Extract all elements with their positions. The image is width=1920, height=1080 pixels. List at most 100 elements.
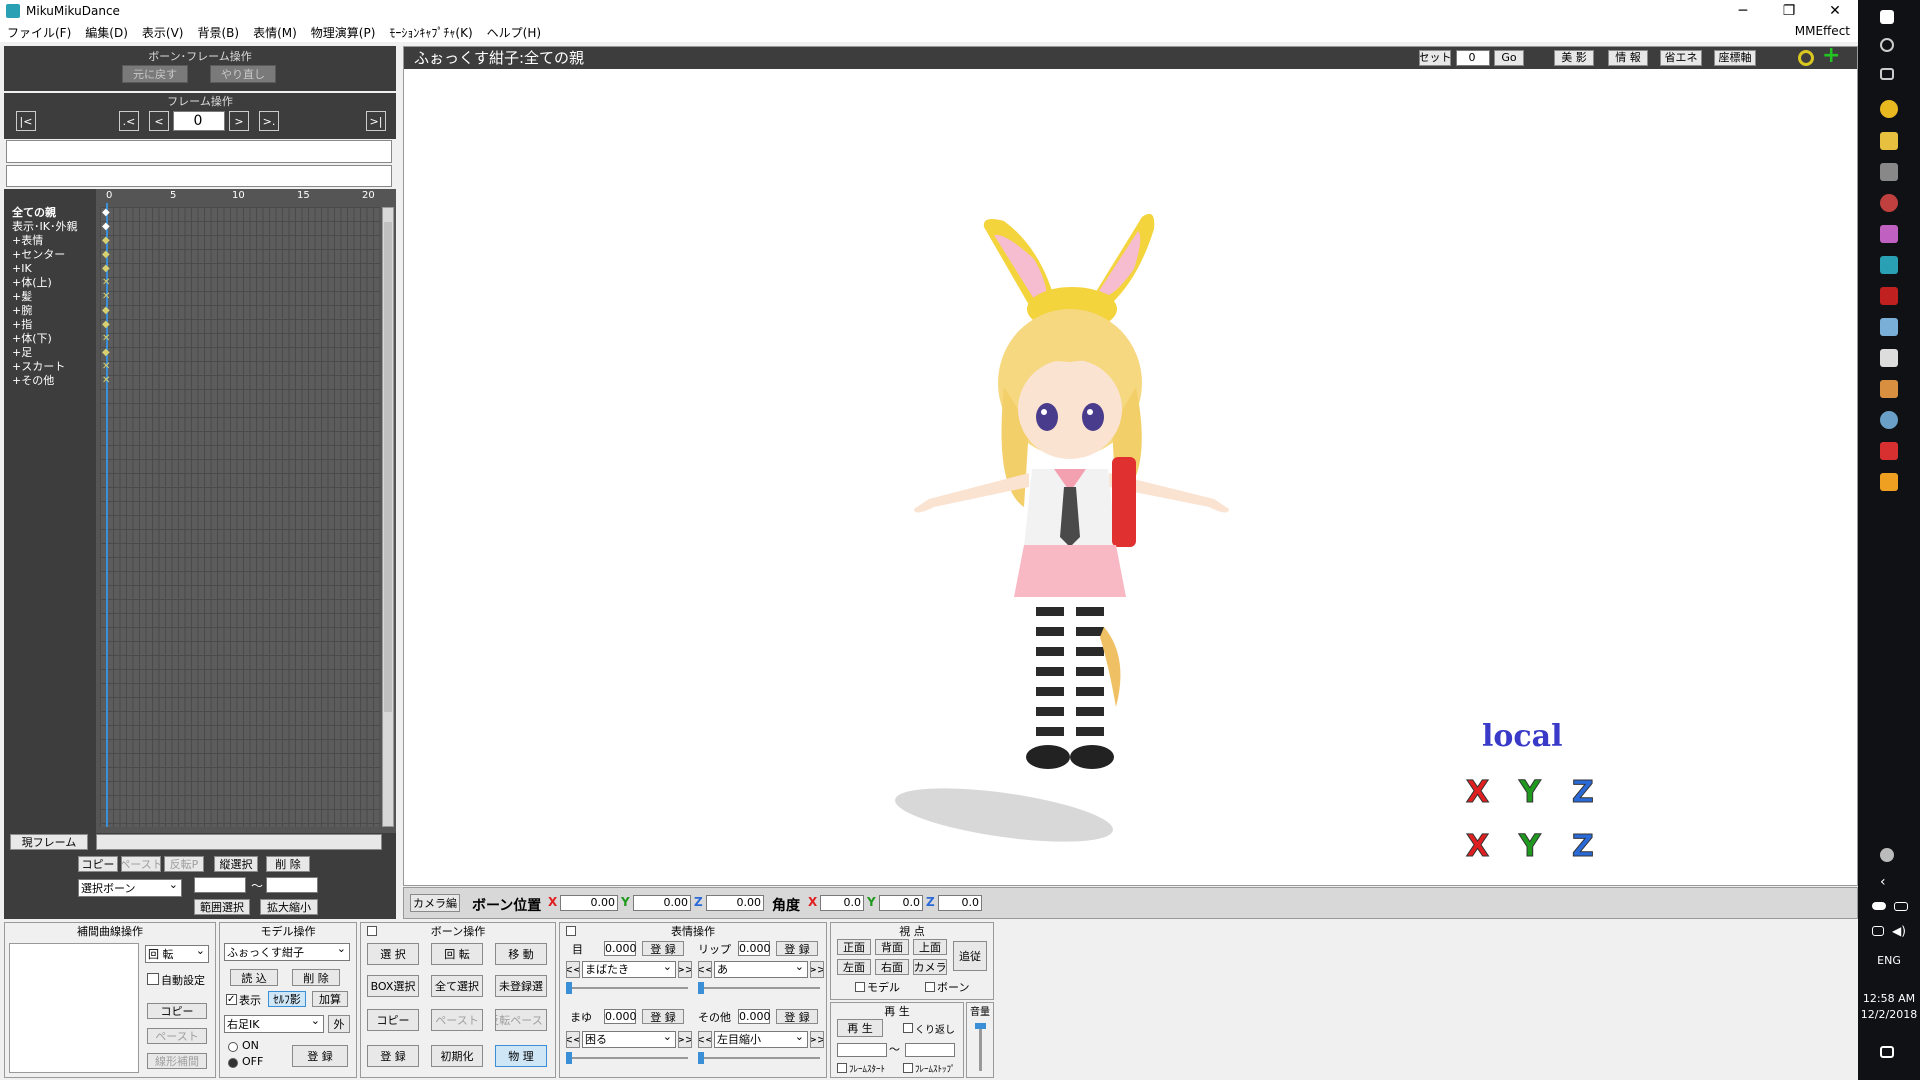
keyframe-marker[interactable]: ◆ xyxy=(102,220,110,234)
model-delete-button[interactable]: 削 除 xyxy=(292,969,340,986)
menu-file[interactable]: ファイル(F) xyxy=(0,24,78,41)
eye-next-button[interactable]: >> xyxy=(678,961,692,978)
next-key-button[interactable]: >. xyxy=(259,111,279,131)
off-radio[interactable] xyxy=(228,1058,238,1068)
people-icon[interactable] xyxy=(1880,848,1894,862)
keyframe-marker[interactable]: ✕ xyxy=(102,374,110,388)
outer-parent-bone-dropdown[interactable]: 右足IK xyxy=(224,1015,324,1033)
play-button[interactable]: 再 生 xyxy=(837,1019,883,1037)
chrome-icon[interactable] xyxy=(1880,100,1898,118)
menu-background[interactable]: 背景(B) xyxy=(190,24,246,41)
prev-frame-button[interactable]: < xyxy=(149,111,169,131)
eye-register-button[interactable]: 登 録 xyxy=(642,941,684,956)
start-icon[interactable] xyxy=(1880,10,1894,24)
model-register-button[interactable]: 登 録 xyxy=(292,1045,348,1067)
action-center-icon[interactable] xyxy=(1880,1046,1894,1058)
timeline-vscrollbar[interactable] xyxy=(382,207,394,827)
pos-y-input[interactable]: 0.00 xyxy=(633,895,691,911)
volume-slider-thumb[interactable] xyxy=(975,1023,986,1029)
maximize-button[interactable]: ❐ xyxy=(1766,0,1812,22)
follow-bone-checkbox[interactable] xyxy=(925,982,935,992)
view-top-button[interactable]: 上面 xyxy=(913,939,947,955)
rotate-x-icon[interactable]: X xyxy=(1465,775,1489,811)
track-label[interactable]: +腕 xyxy=(12,304,32,318)
range-select-button[interactable]: 範囲選択 xyxy=(194,899,250,915)
keyframe-marker[interactable]: ◆ xyxy=(102,346,110,360)
track-label[interactable]: +スカート xyxy=(12,360,65,374)
move-x-icon[interactable]: X xyxy=(1465,829,1489,865)
self-shadow-button[interactable]: ｾﾙﾌ影 xyxy=(268,991,306,1007)
range-start-input[interactable] xyxy=(194,877,246,893)
copy-frame-button[interactable]: コピー xyxy=(78,856,118,872)
axis-button[interactable]: 座標軸 xyxy=(1714,50,1756,66)
app-icon-6[interactable] xyxy=(1880,380,1898,398)
volume-slider[interactable] xyxy=(975,1023,986,1071)
other-morph-dropdown[interactable]: 左目縮小 xyxy=(714,1031,808,1048)
scale-button[interactable]: 拡大縮小 xyxy=(260,899,318,915)
set-frame-button[interactable]: セット xyxy=(1419,50,1451,66)
play-end-input[interactable] xyxy=(905,1043,955,1057)
bone-rotate-button[interactable]: 回 転 xyxy=(431,943,483,965)
lip-slider-thumb[interactable] xyxy=(698,982,704,994)
menu-motion-capture[interactable]: ﾓｰｼｮﾝｷｬﾌﾟﾁｬ(K) xyxy=(382,24,479,41)
go-button[interactable]: Go xyxy=(1494,50,1524,66)
angle-x-input[interactable]: 0.0 xyxy=(820,895,864,911)
frame-stop-checkbox[interactable] xyxy=(903,1063,913,1073)
viewport-frame-input[interactable]: 0 xyxy=(1456,50,1490,66)
track-label[interactable]: +センター xyxy=(12,248,65,262)
eco-mode-button[interactable]: 省エネ xyxy=(1660,50,1702,66)
onedrive-icon[interactable] xyxy=(1872,902,1886,910)
eye-slider-thumb[interactable] xyxy=(566,982,572,994)
track-label[interactable]: 表示･IK･外親 xyxy=(12,220,77,234)
reverse-paste-button[interactable]: 反転P xyxy=(164,856,204,872)
menu-mmeffect[interactable]: MMEffect xyxy=(1795,24,1850,38)
current-frame-button[interactable]: 現フレーム xyxy=(10,834,88,850)
track-label[interactable]: +足 xyxy=(12,346,32,360)
timeline-track-row[interactable]: +体(上) ✕ xyxy=(4,276,384,290)
timeline-track-row[interactable]: +その他 ✕ xyxy=(4,374,384,388)
rotate-y-icon[interactable]: Y xyxy=(1519,775,1542,811)
bone-copy-button[interactable]: コピー xyxy=(367,1009,419,1031)
track-label[interactable]: +髪 xyxy=(12,290,32,304)
vertical-select-button[interactable]: 縦選択 xyxy=(214,856,258,872)
on-radio[interactable] xyxy=(228,1042,238,1052)
task-view-icon[interactable] xyxy=(1880,68,1894,80)
move-y-icon[interactable]: Y xyxy=(1519,829,1542,865)
paste-frame-button[interactable]: ペースト xyxy=(121,856,161,872)
bone-reverse-paste-button[interactable]: 反転ペースト xyxy=(495,1009,547,1031)
other-slider-thumb[interactable] xyxy=(698,1052,704,1064)
menu-physics[interactable]: 物理演算(P) xyxy=(304,24,383,41)
add-blend-button[interactable]: 加算 xyxy=(312,991,348,1007)
calculator-icon[interactable] xyxy=(1880,349,1898,367)
selected-bone-dropdown[interactable]: 選択ボーン xyxy=(78,879,182,897)
eye-slider[interactable] xyxy=(566,982,688,994)
last-frame-button[interactable]: >| xyxy=(366,111,386,131)
undo-button[interactable]: 元に戻す xyxy=(122,65,188,83)
move-z-icon[interactable]: Z xyxy=(1572,829,1595,865)
timeline-track-row[interactable]: +センター ◆ xyxy=(4,248,384,262)
track-label[interactable]: +その他 xyxy=(12,374,54,388)
view-back-button[interactable]: 背面 xyxy=(875,939,909,955)
keyframe-marker[interactable]: ◆ xyxy=(102,304,110,318)
app-icon-9[interactable] xyxy=(1880,473,1898,491)
prev-key-button[interactable]: .< xyxy=(119,111,139,131)
add-icon[interactable]: + xyxy=(1822,45,1840,67)
lip-prev-button[interactable]: << xyxy=(698,961,712,978)
model-select-dropdown[interactable]: ふぉっくす紺子 xyxy=(224,943,350,961)
repeat-checkbox[interactable] xyxy=(903,1023,913,1033)
interp-paste-button[interactable]: ペースト xyxy=(147,1028,207,1044)
view-front-button[interactable]: 正面 xyxy=(837,939,871,955)
view-left-button[interactable]: 左面 xyxy=(837,959,871,975)
menu-help[interactable]: ヘルプ(H) xyxy=(480,24,548,41)
range-end-input[interactable] xyxy=(266,877,318,893)
brow-register-button[interactable]: 登 録 xyxy=(642,1009,684,1024)
pos-z-input[interactable]: 0.00 xyxy=(706,895,764,911)
eye-value-input[interactable]: 0.000 xyxy=(604,941,637,956)
3d-viewport[interactable]: ふぉっくす紺子:全ての親 セット 0 Go 美 影 情 報 省エネ 座標軸 + xyxy=(403,45,1858,886)
brow-next-button[interactable]: >> xyxy=(678,1031,692,1048)
keyframe-marker[interactable]: ✕ xyxy=(102,360,110,374)
keyframe-marker[interactable]: ◆ xyxy=(102,206,110,220)
keyframe-marker[interactable]: ✕ xyxy=(102,276,110,290)
chevron-up-icon[interactable]: ‹ xyxy=(1880,874,1886,890)
brow-morph-dropdown[interactable]: 困る xyxy=(582,1031,676,1048)
